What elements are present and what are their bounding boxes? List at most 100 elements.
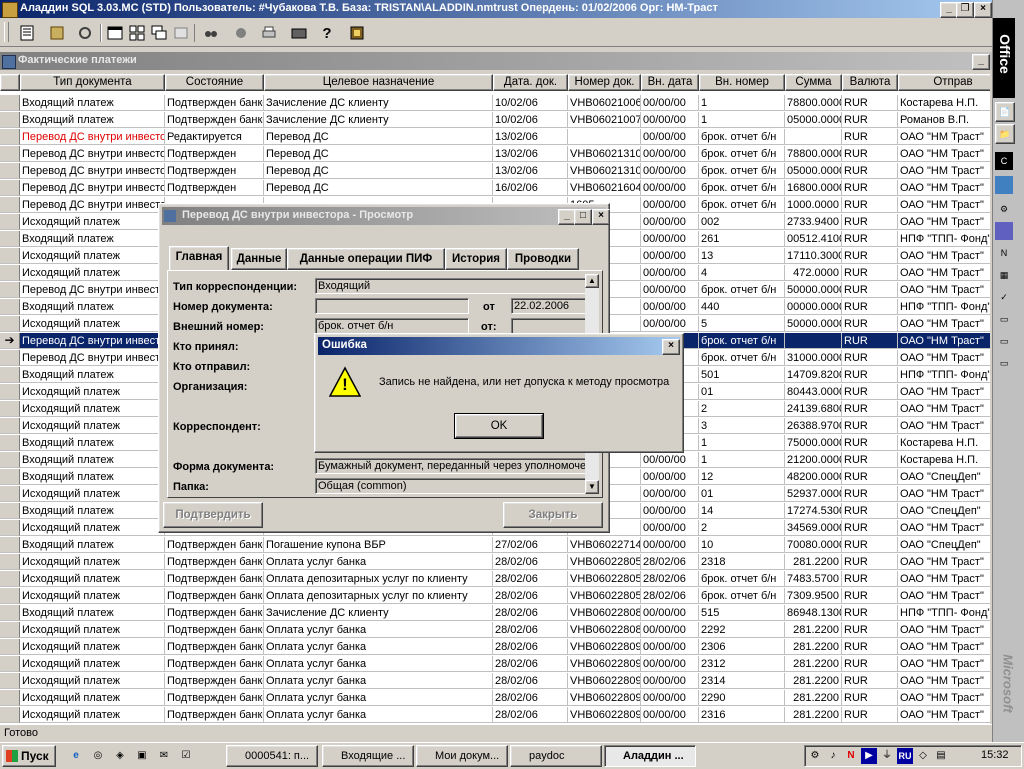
office-icon-5[interactable]: ⚙	[995, 200, 1013, 218]
task-button-5[interactable]: Аладдин ...	[604, 745, 696, 767]
restore-button[interactable]: ❐	[956, 2, 974, 18]
column-header[interactable]: Целевое назначение	[264, 74, 493, 91]
row-indicator[interactable]	[0, 571, 20, 587]
error-dialog-close-button[interactable]: ×	[662, 339, 680, 355]
table-row[interactable]: Перевод ДС внутри инвестора Редактируется…	[0, 129, 990, 146]
column-header[interactable]: Вн. номер	[699, 74, 785, 91]
quick-launch-icon-6[interactable]: ☑	[178, 748, 194, 764]
row-indicator[interactable]	[0, 588, 20, 604]
volume-icon[interactable]: ♪	[825, 748, 841, 764]
office-icon-7[interactable]: N	[995, 244, 1013, 262]
quick-launch-icon-2[interactable]: ◎	[90, 748, 106, 764]
field-doc-number[interactable]	[315, 298, 469, 314]
column-header[interactable]: Вн. дата	[641, 74, 699, 91]
table-row[interactable]: Перевод ДС внутри инвестора Подтвержден Пе…	[0, 146, 990, 163]
close-button[interactable]: ×	[974, 2, 992, 18]
tab-history[interactable]: История	[445, 248, 507, 270]
ok-button[interactable]: OK	[454, 413, 544, 439]
window-icon[interactable]	[104, 22, 126, 44]
quick-launch-icon-5[interactable]: ✉	[156, 748, 172, 764]
office-icon-6[interactable]	[995, 222, 1013, 240]
table-row[interactable]: Входящий платежПодтвержден банкомЗачисле…	[0, 112, 990, 129]
help-icon[interactable]: ?	[316, 22, 338, 44]
office-icon-9[interactable]: ✓	[995, 288, 1013, 306]
task-button-1[interactable]: 0000541: п...	[226, 745, 318, 767]
row-indicator[interactable]	[0, 656, 20, 672]
office-icon-2[interactable]: 📁	[995, 124, 1015, 144]
row-indicator[interactable]	[0, 265, 20, 281]
table-row[interactable]: Исходящий платежПодтвержден банкомОплата…	[0, 588, 990, 605]
row-indicator[interactable]	[0, 146, 20, 162]
scroll-down-arrow-icon[interactable]: ▼	[585, 480, 599, 494]
row-indicator[interactable]	[0, 435, 20, 451]
office-icon-8[interactable]: ▦	[995, 266, 1013, 284]
row-indicator[interactable]	[0, 197, 20, 213]
row-indicator[interactable]	[0, 316, 20, 332]
tab-main[interactable]: Главная	[169, 246, 229, 271]
view-dialog-titlebar[interactable]: Перевод ДС внутри инвестора - Просмотр _…	[162, 207, 610, 225]
row-indicator[interactable]	[0, 299, 20, 315]
tray-icon-3[interactable]: N	[843, 748, 859, 764]
task-button-2[interactable]: Входящие ...	[322, 745, 414, 767]
table-row[interactable]: Исходящий платежПодтвержден банкомОплата…	[0, 673, 990, 690]
ie-icon[interactable]: e	[68, 748, 84, 764]
row-indicator[interactable]	[0, 554, 20, 570]
table-row[interactable]: Входящий платежПодтвержден банкомЗачисле…	[0, 605, 990, 622]
column-header[interactable]: Дата. док.	[493, 74, 568, 91]
field-corr-type[interactable]: Входящий	[315, 278, 587, 294]
table-row[interactable]: Перевод ДС внутри инвестора Подтвержден Пе…	[0, 163, 990, 180]
calculator-icon[interactable]	[346, 22, 368, 44]
table-row[interactable]: Исходящий платежПодтвержден банкомОплата…	[0, 571, 990, 588]
row-indicator[interactable]	[0, 486, 20, 502]
task-button-3[interactable]: Мои докум...	[416, 745, 508, 767]
column-header[interactable]: Валюта	[842, 74, 898, 91]
table-row[interactable]: Перевод ДС внутри инвестора Подтвержден Пе…	[0, 180, 990, 197]
quick-launch-icon-3[interactable]: ◈	[112, 748, 128, 764]
tray-icon-8[interactable]: ▤	[933, 748, 949, 764]
row-indicator[interactable]	[0, 350, 20, 366]
app-titlebar[interactable]: Аладдин SQL 3.03.MC (STD) Пользователь: …	[0, 0, 992, 18]
child-titlebar[interactable]: Фактические платежи _	[0, 52, 992, 70]
row-indicator[interactable]	[0, 401, 20, 417]
child-minimize-button[interactable]: _	[972, 54, 990, 70]
quick-launch-icon-4[interactable]: ▣	[134, 748, 150, 764]
row-indicator[interactable]	[0, 180, 20, 196]
row-indicator[interactable]	[0, 95, 20, 111]
refresh-icon[interactable]	[74, 22, 96, 44]
tab-data[interactable]: Данные	[231, 248, 287, 270]
table-row[interactable]: Исходящий платежПодтвержден банкомОплата…	[0, 690, 990, 707]
row-indicator[interactable]	[0, 163, 20, 179]
office-icon-1[interactable]: 📄	[995, 102, 1015, 122]
scroll-up-arrow-icon[interactable]: ▲	[585, 274, 599, 288]
row-indicator[interactable]	[0, 639, 20, 655]
office-icon-3[interactable]: C	[995, 152, 1013, 170]
language-indicator[interactable]: RU	[897, 748, 913, 764]
confirm-button[interactable]: Подтвердить	[163, 502, 263, 528]
export-icon[interactable]	[288, 22, 310, 44]
view-dialog-close-button[interactable]: ×	[592, 209, 610, 225]
tray-icon-1[interactable]: ⚙	[807, 748, 823, 764]
column-header[interactable]: Тип документа	[20, 74, 165, 91]
row-indicator[interactable]	[0, 418, 20, 434]
close-dialog-button[interactable]: Закрыть	[503, 502, 603, 528]
row-indicator[interactable]	[0, 605, 20, 621]
row-indicator[interactable]	[0, 707, 20, 723]
table-row[interactable]: Исходящий платежПодтвержден банкомОплата…	[0, 656, 990, 673]
field-ext-date[interactable]	[511, 318, 587, 334]
row-indicator[interactable]	[0, 384, 20, 400]
table-row[interactable]: Входящий платежПодтвержден банкомПогашен…	[0, 537, 990, 554]
column-header[interactable]: Номер док.	[568, 74, 641, 91]
field-doc-form[interactable]: Бумажный документ, переданный через упол…	[315, 458, 587, 474]
task-button-4[interactable]: paydoc	[510, 745, 602, 767]
tile-windows-icon[interactable]	[126, 22, 148, 44]
field-folder[interactable]: Общая (common)	[315, 478, 587, 494]
tray-icon-7[interactable]: ◇	[915, 748, 931, 764]
row-indicator[interactable]	[0, 673, 20, 689]
row-indicator[interactable]	[0, 537, 20, 553]
filter-icon[interactable]	[230, 22, 252, 44]
office-icon-4[interactable]	[995, 176, 1013, 194]
tab-pif-data[interactable]: Данные операции ПИФ	[287, 248, 445, 270]
row-indicator[interactable]	[0, 452, 20, 468]
row-indicator[interactable]	[0, 231, 20, 247]
row-indicator[interactable]	[0, 690, 20, 706]
